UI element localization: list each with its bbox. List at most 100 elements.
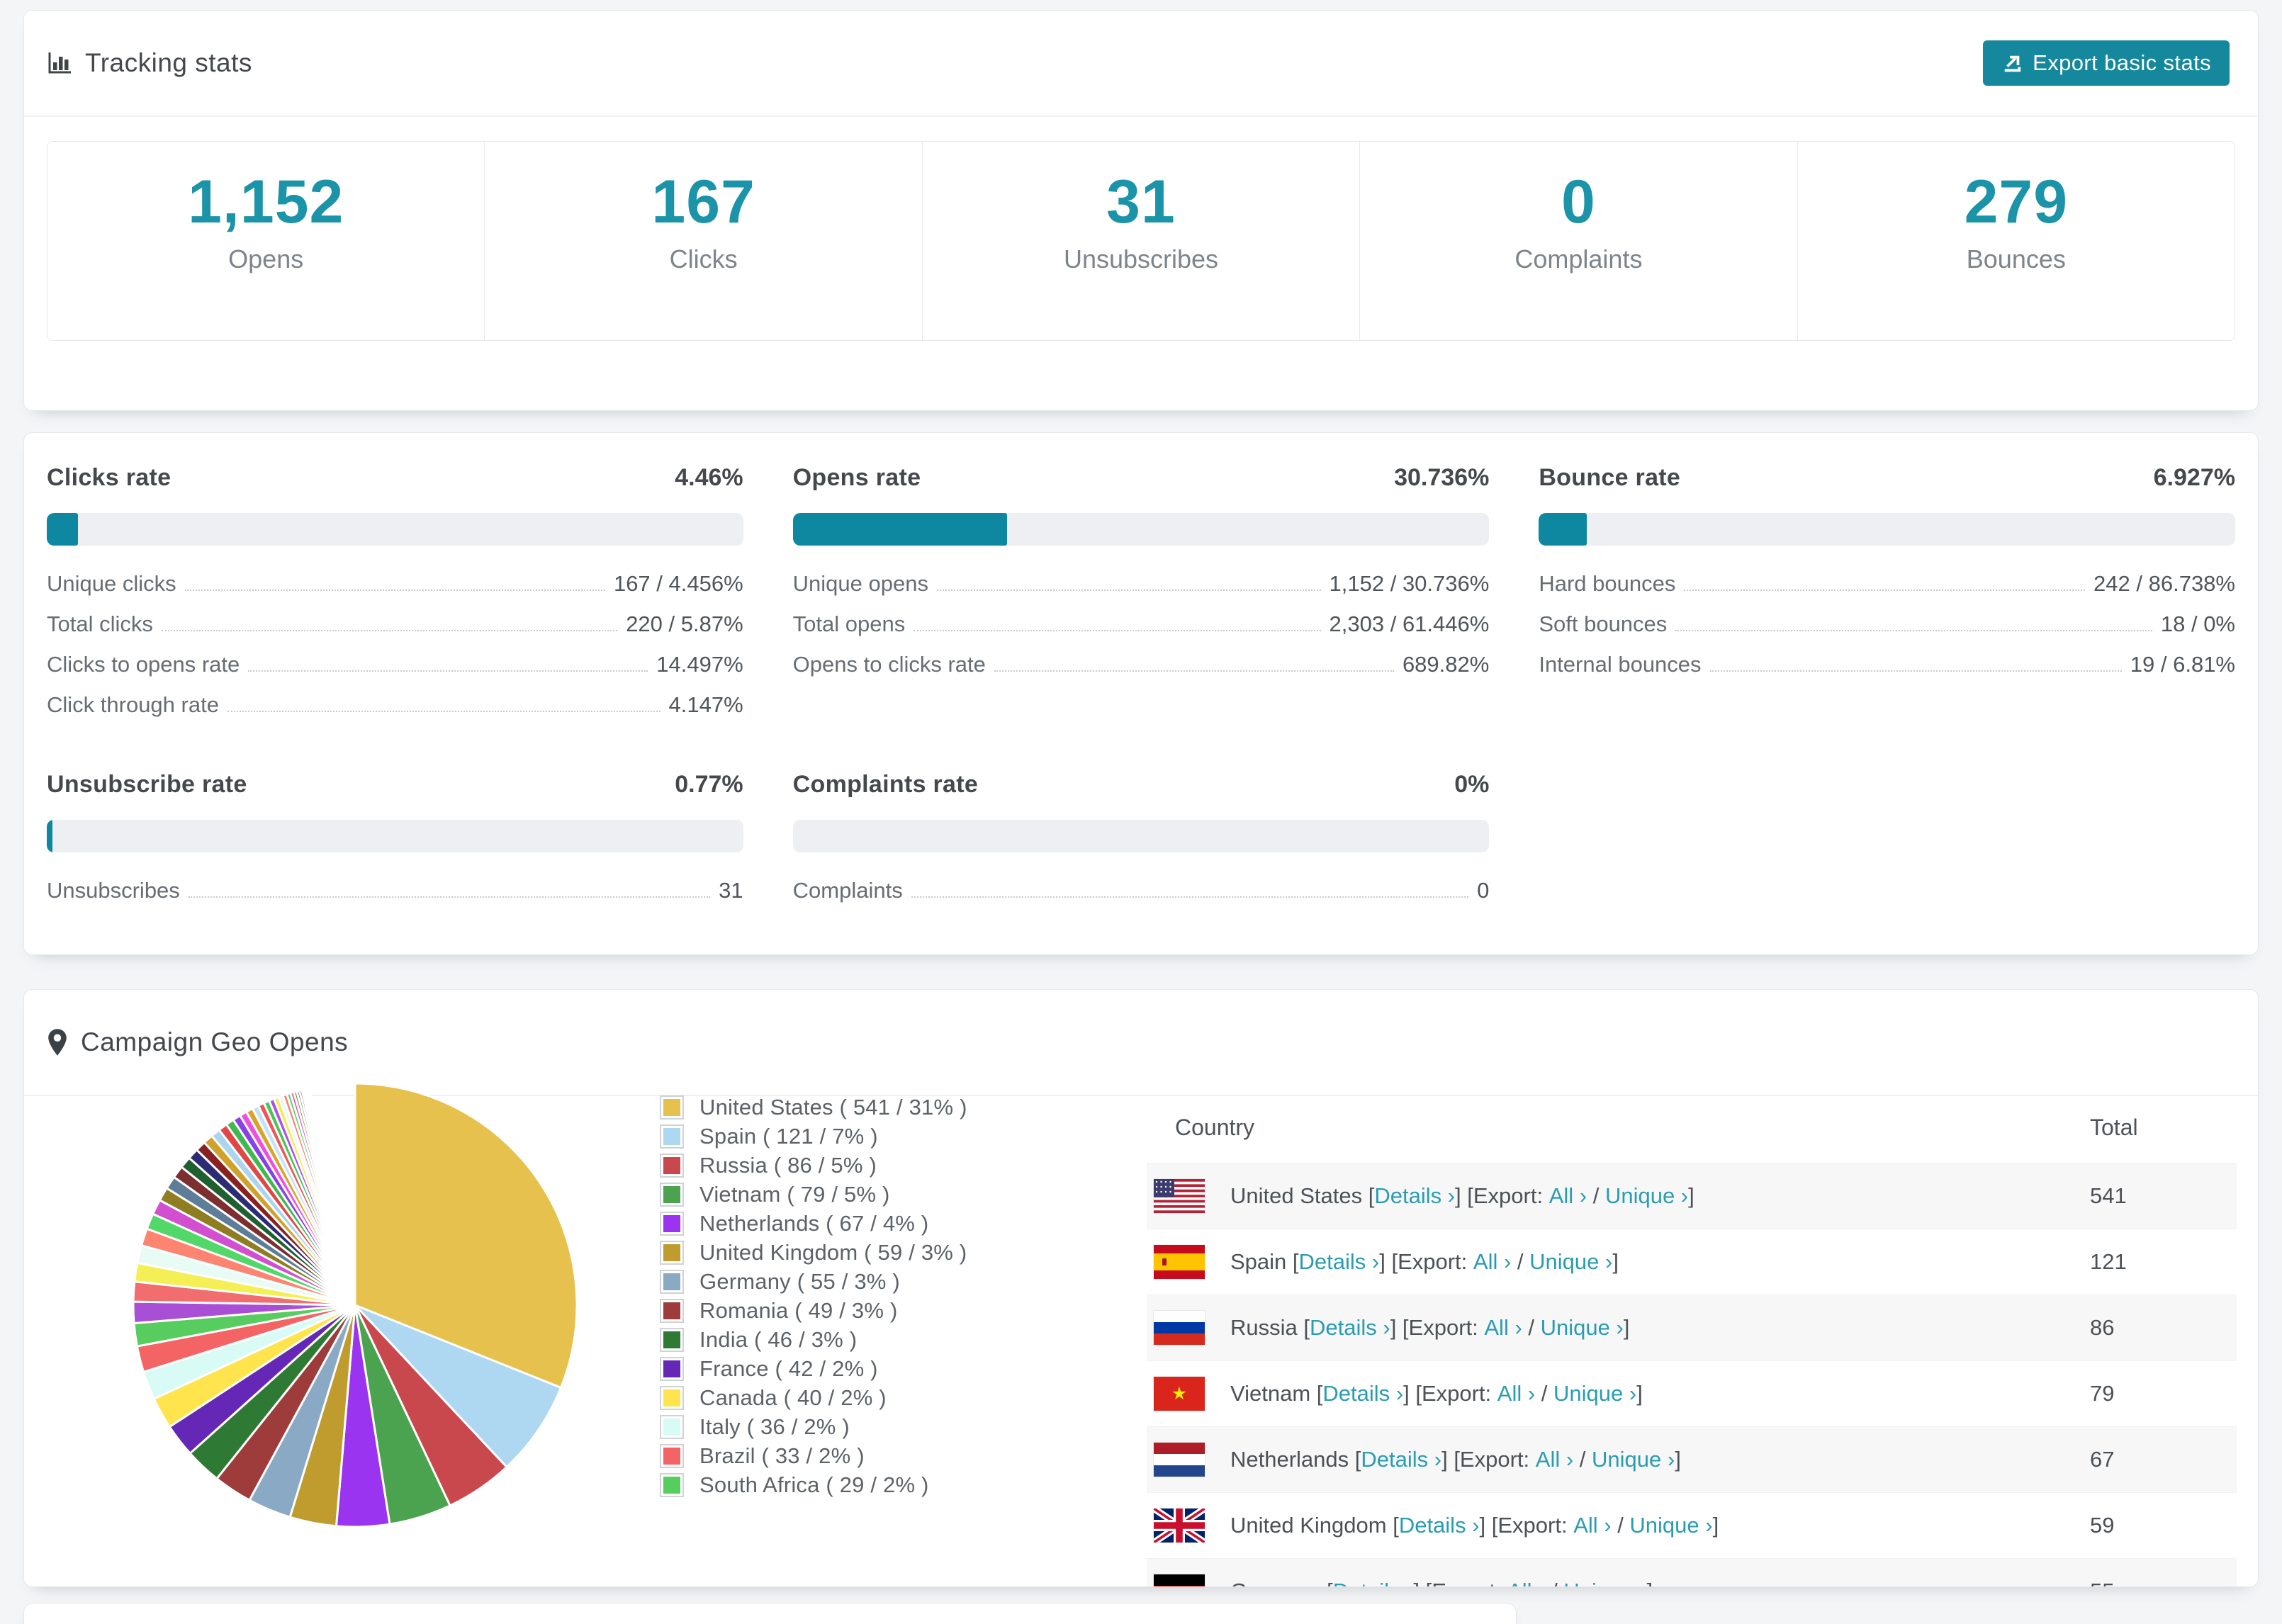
token: ]: [1675, 1447, 1681, 1472]
progress-fill: [1539, 513, 1587, 546]
rate-rows: Unique clicks 167 / 4.456% Total clicks …: [47, 571, 743, 733]
legend-label: Netherlands ( 67 / 4% ): [699, 1210, 929, 1236]
token: ]: [1688, 1183, 1694, 1208]
table-row: United Kingdom [ Details › ] [Export: Al…: [1147, 1492, 2237, 1558]
token: /: [1545, 1579, 1563, 1586]
legend-label: India ( 46 / 3% ): [699, 1326, 858, 1352]
export-all-link[interactable]: All ›: [1484, 1315, 1522, 1341]
detail-row: Opens to clicks rate 689.82%: [793, 652, 1490, 692]
details-link[interactable]: Details ›: [1322, 1381, 1403, 1406]
details-link[interactable]: Details ›: [1374, 1183, 1455, 1209]
legend-swatch: [660, 1327, 684, 1352]
stat-cell-opens: 1,152 Opens: [47, 142, 484, 340]
total-value: 86: [2090, 1315, 2115, 1340]
detail-row: Complaints 0: [793, 878, 1490, 918]
export-unique-link[interactable]: Unique ›: [1529, 1249, 1612, 1275]
country-name: Netherlands: [1230, 1447, 1349, 1472]
export-all-link[interactable]: All ›: [1549, 1183, 1587, 1209]
table-row: Netherlands [ Details › ] [Export: All ›…: [1147, 1426, 2237, 1492]
export-all-link[interactable]: All ›: [1573, 1513, 1611, 1538]
legend-item[interactable]: India ( 46 / 3% ): [660, 1325, 967, 1354]
export-button-label: Export basic stats: [2033, 50, 2211, 75]
detail-label: Click through rate: [47, 692, 219, 717]
legend-label: United States ( 541 / 31% ): [699, 1094, 967, 1120]
progress-track: [47, 820, 743, 852]
legend-item[interactable]: Germany ( 55 / 3% ): [660, 1267, 967, 1296]
export-unique-link[interactable]: Unique ›: [1605, 1183, 1688, 1209]
table-row-main: United States [ Details › ] [Export: All…: [1147, 1179, 2090, 1213]
detail-value: 0: [1477, 878, 1490, 903]
flag-de-icon: [1154, 1574, 1205, 1586]
progress-fill: [47, 513, 78, 546]
export-all-link[interactable]: All ›: [1536, 1447, 1573, 1472]
country-name: Spain: [1230, 1249, 1287, 1274]
legend-item[interactable]: Netherlands ( 67 / 4% ): [660, 1209, 967, 1238]
legend-item[interactable]: Italy ( 36 / 2% ): [660, 1412, 967, 1441]
detail-row: Total clicks 220 / 5.87%: [47, 611, 743, 652]
legend-swatch: [660, 1414, 684, 1439]
legend-item[interactable]: Brazil ( 33 / 2% ): [660, 1441, 967, 1470]
detail-label: Internal bounces: [1539, 652, 1702, 677]
progress-track: [1539, 513, 2235, 546]
export-unique-link[interactable]: Unique ›: [1541, 1315, 1624, 1341]
table-row: Germany [ Details › ] [Export: All › / U…: [1147, 1558, 2237, 1586]
total-value: 59: [2090, 1513, 2115, 1538]
legend-item[interactable]: Russia ( 86 / 5% ): [660, 1151, 967, 1180]
export-all-link[interactable]: All ›: [1507, 1579, 1545, 1586]
stat-value: 0: [1561, 167, 1596, 236]
details-link[interactable]: Details ›: [1333, 1579, 1414, 1586]
stat-cell-bounces: 279 Bounces: [1797, 142, 2235, 340]
rate-rows: Unsubscribes 31: [47, 878, 743, 918]
stat-cell-complaints: 0 Complaints: [1359, 142, 1797, 340]
table-row: Spain [ Details › ] [Export: All › / Uni…: [1147, 1229, 2237, 1295]
legend-item[interactable]: United States ( 541 / 31% ): [660, 1093, 967, 1122]
details-link[interactable]: Details ›: [1361, 1447, 1441, 1472]
export-basic-stats-button[interactable]: Export basic stats: [1983, 40, 2230, 86]
rate-card-unsubscribe: Unsubscribe rate 0.77% Unsubscribes 31: [47, 771, 743, 918]
table-row-main: United Kingdom [ Details › ] [Export: Al…: [1147, 1509, 2090, 1543]
progress-track: [47, 513, 743, 546]
export-unique-link[interactable]: Unique ›: [1553, 1381, 1636, 1406]
legend-swatch: [660, 1472, 684, 1497]
stat-label: Unsubscribes: [1063, 244, 1219, 274]
detail-value: 31: [719, 878, 743, 903]
legend-item[interactable]: South Africa ( 29 / 2% ): [660, 1470, 967, 1499]
geo-table-body: United States [ Details › ] [Export: All…: [1147, 1163, 2237, 1586]
dotted-leader: [227, 701, 661, 712]
export-unique-link[interactable]: Unique ›: [1592, 1447, 1675, 1472]
stat-label: Clicks: [669, 244, 738, 274]
table-row-main: Germany [ Details › ] [Export: All › / U…: [1147, 1574, 2090, 1586]
detail-label: Soft bounces: [1539, 611, 1668, 636]
legend-item[interactable]: Spain ( 121 / 7% ): [660, 1122, 967, 1151]
detail-row: Soft bounces 18 / 0%: [1539, 611, 2235, 652]
country-name: Russia: [1230, 1315, 1298, 1340]
token: ]: [1612, 1249, 1619, 1274]
legend-item[interactable]: United Kingdom ( 59 / 3% ): [660, 1238, 967, 1267]
legend-item[interactable]: France ( 42 / 2% ): [660, 1354, 967, 1383]
rates-row-2: Unsubscribe rate 0.77% Unsubscribes 31 C…: [24, 771, 2258, 918]
token: ]: [1647, 1579, 1653, 1586]
rates-card: Clicks rate 4.46% Unique clicks 167 / 4.…: [23, 432, 2259, 955]
details-link[interactable]: Details ›: [1299, 1249, 1380, 1275]
geo-table-header: Country Total: [1147, 1092, 2237, 1163]
detail-label: Hard bounces: [1539, 571, 1676, 596]
details-link[interactable]: Details ›: [1310, 1315, 1390, 1341]
flag-es-icon: [1154, 1245, 1205, 1279]
details-link[interactable]: Details ›: [1399, 1513, 1480, 1538]
dotted-leader: [188, 886, 711, 898]
token: /: [1535, 1381, 1554, 1406]
legend-label: Brazil ( 33 / 2% ): [699, 1443, 865, 1468]
rate-value: 6.927%: [2153, 464, 2235, 491]
export-unique-link[interactable]: Unique ›: [1563, 1579, 1646, 1586]
detail-value: 14.497%: [656, 652, 743, 677]
legend-item[interactable]: Canada ( 40 / 2% ): [660, 1383, 967, 1412]
legend-item[interactable]: Romania ( 49 / 3% ): [660, 1296, 967, 1325]
token: [: [1362, 1183, 1375, 1208]
export-all-link[interactable]: All ›: [1497, 1381, 1535, 1406]
export-unique-link[interactable]: Unique ›: [1629, 1513, 1712, 1538]
legend-item[interactable]: Vietnam ( 79 / 5% ): [660, 1180, 967, 1209]
stat-cell-unsubscribes: 31 Unsubscribes: [921, 142, 1359, 340]
export-all-link[interactable]: All ›: [1473, 1249, 1511, 1275]
legend-swatch: [660, 1182, 684, 1207]
detail-row: Hard bounces 242 / 86.738%: [1539, 571, 2235, 611]
